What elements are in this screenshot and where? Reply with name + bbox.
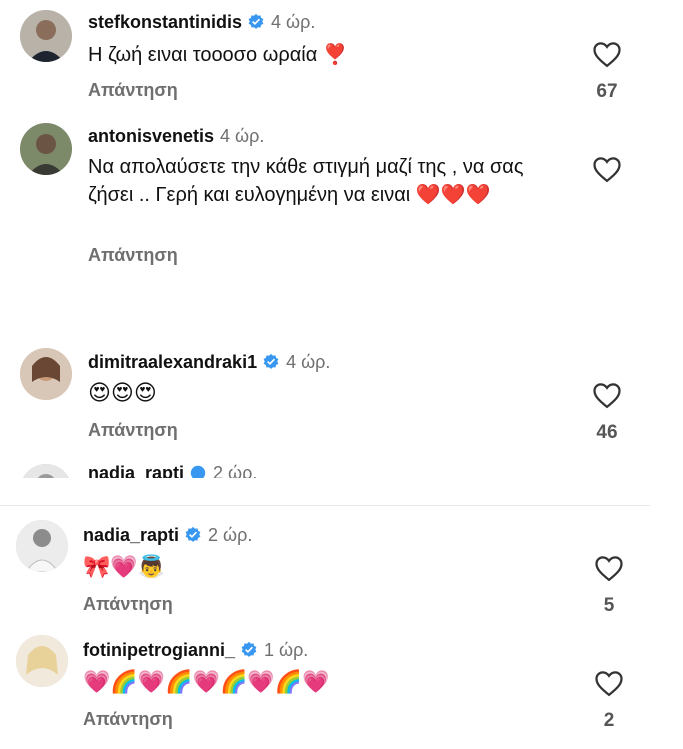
comment-header: nadia_rapti 2 ώρ. <box>83 525 252 546</box>
comment-text: 🎀💗👼 <box>83 555 166 580</box>
heart-outline-icon[interactable] <box>592 381 622 409</box>
comment-item: dimitraalexandraki1 4 ώρ. 😍😍😍 Απάντηση 46 <box>0 340 683 450</box>
comment-text: Να απολαύσετε την κάθε στιγμή μαζί της ,… <box>88 156 524 206</box>
comment-item: stefkonstantinidis 4 ώρ. Η ζωή ειναι τοοο… <box>0 0 683 110</box>
avatar[interactable] <box>16 520 68 572</box>
comment-header: stefkonstantinidis 4 ώρ. <box>88 12 315 33</box>
avatar[interactable] <box>16 635 68 687</box>
comment-item: antonisvenetis 4 ώρ. Να απολαύσετε την κά… <box>0 115 683 275</box>
clipped-comment-row: nadia_rapti 2 ώρ. <box>0 462 683 478</box>
divider <box>0 505 650 506</box>
timestamp: 2 ώρ. <box>208 525 253 545</box>
reply-button[interactable]: Απάντηση <box>83 594 173 615</box>
comment-header: dimitraalexandraki1 4 ώρ. <box>88 352 330 373</box>
like-count: 5 <box>603 595 615 616</box>
reply-button[interactable]: Απάντηση <box>83 709 173 730</box>
timestamp: 4 ώρ. <box>220 126 265 146</box>
comment-text: Η ζωή ειναι τοοοσο ωραία ❣️ <box>88 44 348 66</box>
comment-header: fotinipetrogianni_ 1 ώρ. <box>83 640 308 661</box>
like-count: 46 <box>596 422 618 443</box>
avatar[interactable] <box>20 348 72 400</box>
comment-header: antonisvenetis 4 ώρ. <box>88 126 264 147</box>
avatar[interactable] <box>20 123 72 175</box>
comment-text: 💗🌈💗🌈💗🌈💗🌈💗 <box>83 670 330 695</box>
username[interactable]: antonisvenetis <box>88 126 214 146</box>
reply-button[interactable]: Απάντηση <box>88 80 178 101</box>
spacer <box>0 478 683 505</box>
timestamp: 4 ώρ. <box>286 352 331 372</box>
verified-badge-icon <box>184 526 202 544</box>
like-count: 2 <box>603 710 615 731</box>
avatar <box>20 464 72 478</box>
username: nadia_rapti <box>88 463 185 478</box>
timestamp: 2 ώρ. <box>213 463 258 478</box>
verified-badge-icon <box>247 13 265 31</box>
timestamp: 4 ώρ. <box>271 12 316 32</box>
verified-badge-icon <box>262 353 280 371</box>
verified-badge-icon <box>189 464 207 478</box>
avatar[interactable] <box>20 10 72 62</box>
comment-text: 😍😍😍 <box>88 381 157 406</box>
reply-button[interactable]: Απάντηση <box>88 245 178 266</box>
heart-outline-icon[interactable] <box>594 554 624 582</box>
comment-item: nadia_rapti 2 ώρ. 🎀💗👼 Απάντηση 5 <box>0 512 683 622</box>
comment-header: nadia_rapti 2 ώρ. <box>88 463 257 478</box>
username[interactable]: dimitraalexandraki1 <box>88 352 257 372</box>
reply-button[interactable]: Απάντηση <box>88 420 178 441</box>
username[interactable]: stefkonstantinidis <box>88 12 242 32</box>
like-count: 67 <box>596 81 618 102</box>
username[interactable]: fotinipetrogianni_ <box>83 640 235 660</box>
verified-badge-icon <box>240 641 258 659</box>
username[interactable]: nadia_rapti <box>83 525 179 545</box>
heart-outline-icon[interactable] <box>592 40 622 68</box>
heart-outline-icon[interactable] <box>592 155 622 183</box>
timestamp: 1 ώρ. <box>264 640 309 660</box>
comment-item: fotinipetrogianni_ 1 ώρ. 💗🌈💗🌈💗🌈💗🌈💗 Απάντη… <box>0 627 683 737</box>
heart-outline-icon[interactable] <box>594 669 624 697</box>
